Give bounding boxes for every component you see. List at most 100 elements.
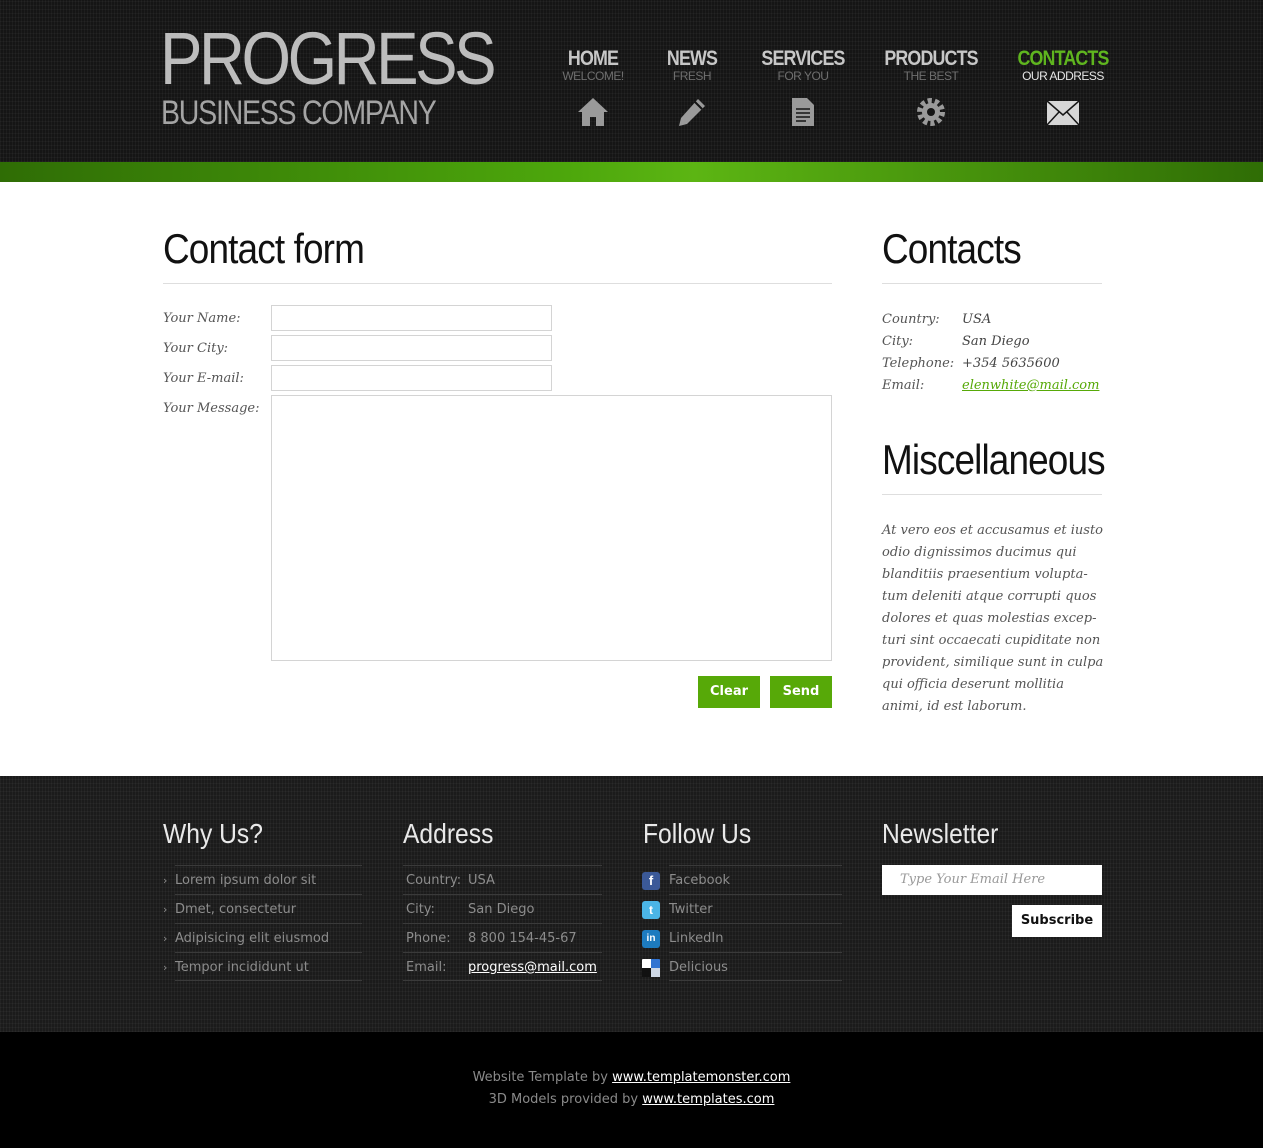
nav-services-title: SERVICES	[761, 47, 845, 70]
nav-products-sub: THE BEST	[903, 69, 959, 83]
address-row: Phone: 8 800 154-45-67	[403, 923, 602, 952]
credit-line-1: Website Template by www.templatemonster.…	[0, 1070, 1263, 1085]
contact-key: City:	[882, 334, 914, 349]
contact-key: Telephone:	[882, 356, 955, 371]
address-row: Country: USA	[403, 865, 602, 894]
contact-email-link[interactable]: elenwhite@mail.com	[962, 378, 1099, 393]
address-key: Email:	[406, 960, 447, 975]
address-email-link[interactable]: progress@mail.com	[468, 960, 597, 975]
divider	[163, 283, 832, 284]
address-value: 8 800 154-45-67	[468, 931, 577, 946]
nav-news[interactable]: NEWS FRESH	[637, 48, 747, 138]
clear-button[interactable]: Clear	[698, 676, 760, 708]
subscribe-button[interactable]: Subscribe	[1012, 905, 1102, 937]
list-item[interactable]: › Tempor incididunt ut	[163, 952, 362, 981]
email-input[interactable]	[271, 365, 552, 391]
chevron-right-icon: ›	[163, 961, 168, 974]
envelope-icon	[1046, 100, 1080, 126]
contact-row-country: Country: USA	[882, 312, 991, 327]
contact-key: Email:	[882, 378, 925, 393]
nav-home[interactable]: HOME WELCOME!	[538, 48, 648, 138]
social-label: Facebook	[669, 873, 731, 888]
twitter-icon: t	[642, 901, 660, 919]
delicious-icon	[642, 959, 660, 977]
misc-heading: Miscellaneous	[882, 436, 1106, 483]
message-textarea[interactable]	[271, 395, 832, 661]
nav-home-sub: WELCOME!	[562, 69, 624, 83]
credit-text: Website Template by	[472, 1070, 608, 1085]
accent-bar	[0, 162, 1263, 182]
name-input[interactable]	[271, 305, 552, 331]
gear-icon	[917, 98, 945, 126]
social-label: Delicious	[669, 960, 728, 975]
address-row: City: San Diego	[403, 894, 602, 923]
logo-title[interactable]: PROGRESS	[160, 22, 497, 96]
address-key: Country:	[406, 873, 462, 888]
list-item-label: Dmet, consectetur	[175, 902, 297, 917]
contact-value: +354 5635600	[962, 356, 1060, 371]
address-key: Phone:	[406, 931, 451, 946]
divider	[882, 494, 1102, 495]
social-label: LinkedIn	[669, 931, 724, 946]
newsletter-email-input[interactable]: Type Your Email Here	[882, 865, 1102, 895]
facebook-icon: f	[642, 872, 660, 890]
linkedin-icon: in	[642, 930, 660, 948]
message-label: Your Message:	[163, 401, 260, 416]
social-link-linkedin[interactable]: in LinkedIn	[642, 923, 842, 952]
contact-row-telephone: Telephone: +354 5635600	[882, 356, 1060, 371]
home-icon	[578, 98, 608, 126]
list-item-label: Tempor incididunt ut	[175, 960, 309, 975]
templates-link[interactable]: www.templates.com	[642, 1092, 774, 1107]
contact-form-heading: Contact form	[163, 225, 365, 272]
contacts-heading: Contacts	[882, 225, 1022, 272]
contact-value: San Diego	[962, 334, 1030, 349]
pencil-icon	[679, 99, 705, 126]
nav-products[interactable]: PRODUCTS THE BEST	[876, 48, 986, 138]
document-icon	[792, 98, 814, 126]
nav-contacts-title: CONTACTS	[1017, 47, 1109, 70]
header: PROGRESS BUSINESS COMPANY HOME WELCOME! …	[0, 0, 1263, 162]
name-label: Your Name:	[163, 311, 241, 326]
social-label: Twitter	[669, 902, 713, 917]
contact-row-city: City: San Diego	[882, 334, 1030, 349]
credit-line-2: 3D Models provided by www.templates.com	[0, 1092, 1263, 1107]
nav-contacts-sub: OUR ADDRESS	[1022, 69, 1104, 83]
address-row: Email: progress@mail.com	[403, 952, 602, 981]
credit-text: 3D Models provided by	[488, 1092, 639, 1107]
list-item-label: Lorem ipsum dolor sit	[175, 873, 317, 888]
divider	[882, 283, 1102, 284]
chevron-right-icon: ›	[163, 874, 168, 887]
email-label: Your E-mail:	[163, 371, 244, 386]
list-item-label: Adipisicing elit eiusmod	[175, 931, 330, 946]
contact-row-email: Email: elenwhite@mail.com	[882, 378, 1099, 393]
contact-value: USA	[962, 312, 992, 327]
list-item[interactable]: › Adipisicing elit eiusmod	[163, 923, 362, 952]
contact-key: Country:	[882, 312, 940, 327]
list-item[interactable]: › Lorem ipsum dolor sit	[163, 865, 362, 894]
address-value: San Diego	[468, 902, 535, 917]
logo-tagline: BUSINESS COMPANY	[161, 94, 437, 132]
social-link-delicious[interactable]: Delicious	[642, 952, 842, 981]
bottom-bar	[0, 1032, 1263, 1148]
address-key: City:	[406, 902, 435, 917]
send-button[interactable]: Send	[770, 676, 832, 708]
nav-contacts[interactable]: CONTACTS OUR ADDRESS	[1008, 48, 1118, 138]
chevron-right-icon: ›	[163, 903, 168, 916]
nav-services-sub: FOR YOU	[777, 69, 829, 83]
templatemonster-link[interactable]: www.templatemonster.com	[612, 1070, 790, 1085]
misc-text: At vero eos et accusamus et iusto odio d…	[882, 523, 1104, 714]
address-value: USA	[468, 873, 495, 888]
city-input[interactable]	[271, 335, 552, 361]
city-label: Your City:	[163, 341, 229, 356]
nav-services[interactable]: SERVICES FOR YOU	[748, 48, 858, 138]
nav-news-title: NEWS	[666, 47, 718, 70]
list-item[interactable]: › Dmet, consectetur	[163, 894, 362, 923]
chevron-right-icon: ›	[163, 932, 168, 945]
nav-home-title: HOME	[567, 47, 619, 70]
social-link-twitter[interactable]: t Twitter	[642, 894, 842, 923]
social-link-facebook[interactable]: f Facebook	[642, 865, 842, 894]
newsletter-heading: Newsletter	[882, 818, 999, 849]
nav-products-title: PRODUCTS	[884, 47, 978, 70]
follow-heading: Follow Us	[643, 818, 752, 849]
address-heading: Address	[403, 818, 494, 849]
